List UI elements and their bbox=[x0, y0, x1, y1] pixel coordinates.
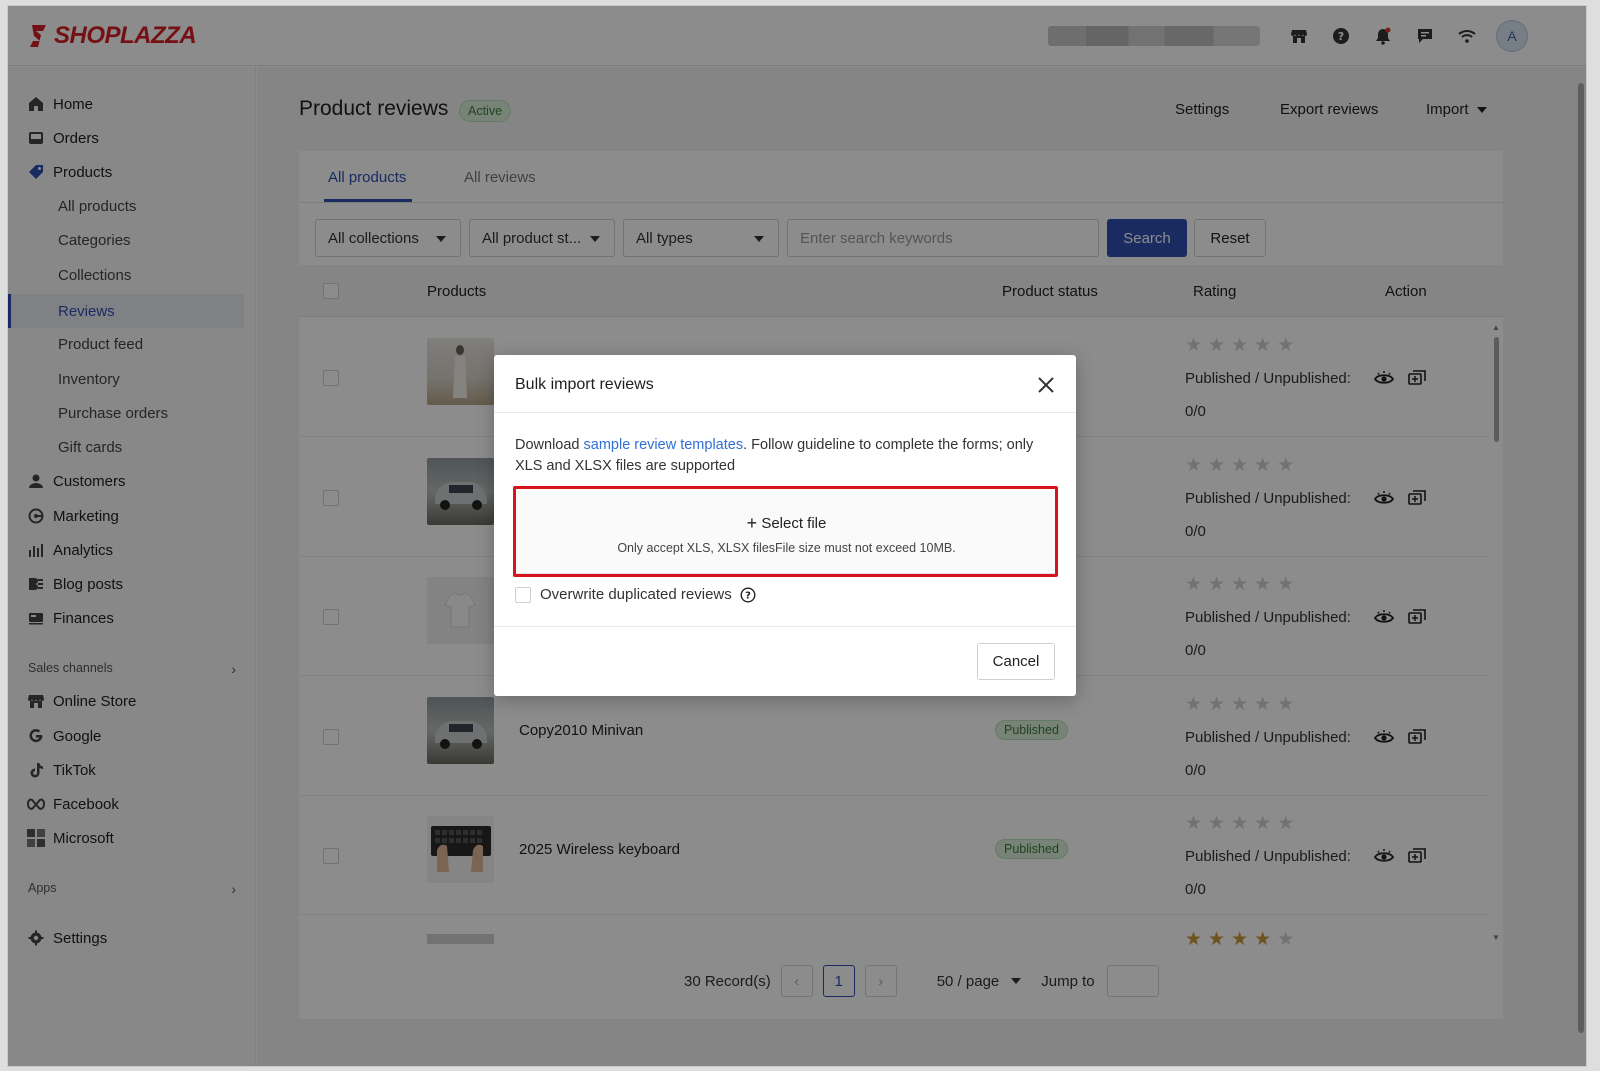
modal-footer: Cancel bbox=[494, 626, 1076, 696]
modal-header: Bulk import reviews bbox=[494, 355, 1076, 413]
overwrite-option[interactable]: Overwrite duplicated reviews ? bbox=[515, 586, 756, 603]
question-icon[interactable]: ? bbox=[740, 586, 756, 603]
modal-title: Bulk import reviews bbox=[515, 376, 654, 393]
overwrite-label: Overwrite duplicated reviews bbox=[540, 586, 732, 603]
dropzone-highlight-box bbox=[513, 486, 1058, 577]
bulk-import-modal: Bulk import reviews Download sample revi… bbox=[494, 355, 1076, 696]
app-window: SHOPLAZZA ? A Home Orders Products All p… bbox=[7, 5, 1587, 1067]
modal-description: Download sample review templates. Follow… bbox=[515, 435, 1055, 477]
desc-prefix: Download bbox=[515, 437, 584, 453]
cancel-button[interactable]: Cancel bbox=[977, 643, 1055, 680]
close-icon[interactable] bbox=[1034, 373, 1058, 397]
svg-text:?: ? bbox=[745, 590, 751, 601]
overwrite-checkbox[interactable] bbox=[515, 586, 531, 603]
sample-templates-link[interactable]: sample review templates bbox=[584, 437, 744, 453]
